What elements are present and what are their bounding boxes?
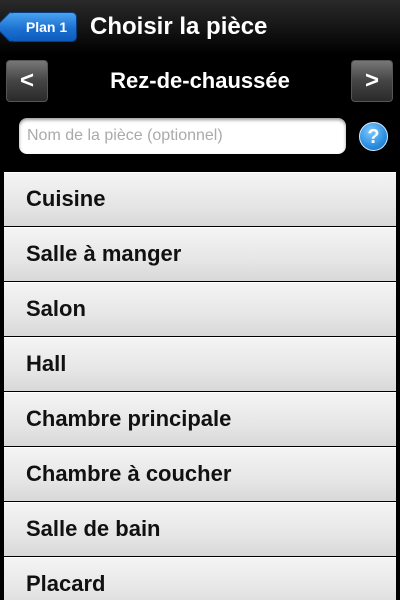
back-button-label: Plan 1 — [25, 19, 68, 35]
room-list-item[interactable]: Placard — [4, 557, 396, 600]
back-button[interactable]: Plan 1 — [9, 12, 77, 42]
next-floor-button[interactable]: > — [351, 60, 393, 102]
navigation-bar: Plan 1 Choisir la pièce — [0, 0, 400, 54]
room-list-item[interactable]: Salon — [4, 282, 396, 336]
current-floor-label: Rez-de-chaussée — [110, 68, 290, 93]
room-list-item[interactable]: Hall — [4, 337, 396, 391]
room-list-item[interactable]: Salle à manger — [4, 227, 396, 281]
floor-selector: < Rez-de-chaussée > — [0, 54, 400, 110]
room-list-item[interactable]: Cuisine — [4, 172, 396, 226]
page-title: Choisir la pièce — [90, 13, 268, 40]
help-button[interactable]: ? — [359, 122, 388, 151]
room-list-item[interactable]: Salle de bain — [4, 502, 396, 556]
room-list: Cuisine Salle à manger Salon Hall Chambr… — [4, 172, 396, 600]
room-name-row: ? — [0, 110, 400, 168]
question-mark-icon: ? — [367, 126, 380, 148]
room-name-input[interactable] — [19, 118, 346, 154]
room-list-item[interactable]: Chambre principale — [4, 392, 396, 446]
screen: Plan 1 Choisir la pièce < Rez-de-chaussé… — [0, 0, 400, 600]
room-list-item[interactable]: Chambre à coucher — [4, 447, 396, 501]
previous-floor-button[interactable]: < — [6, 60, 48, 102]
